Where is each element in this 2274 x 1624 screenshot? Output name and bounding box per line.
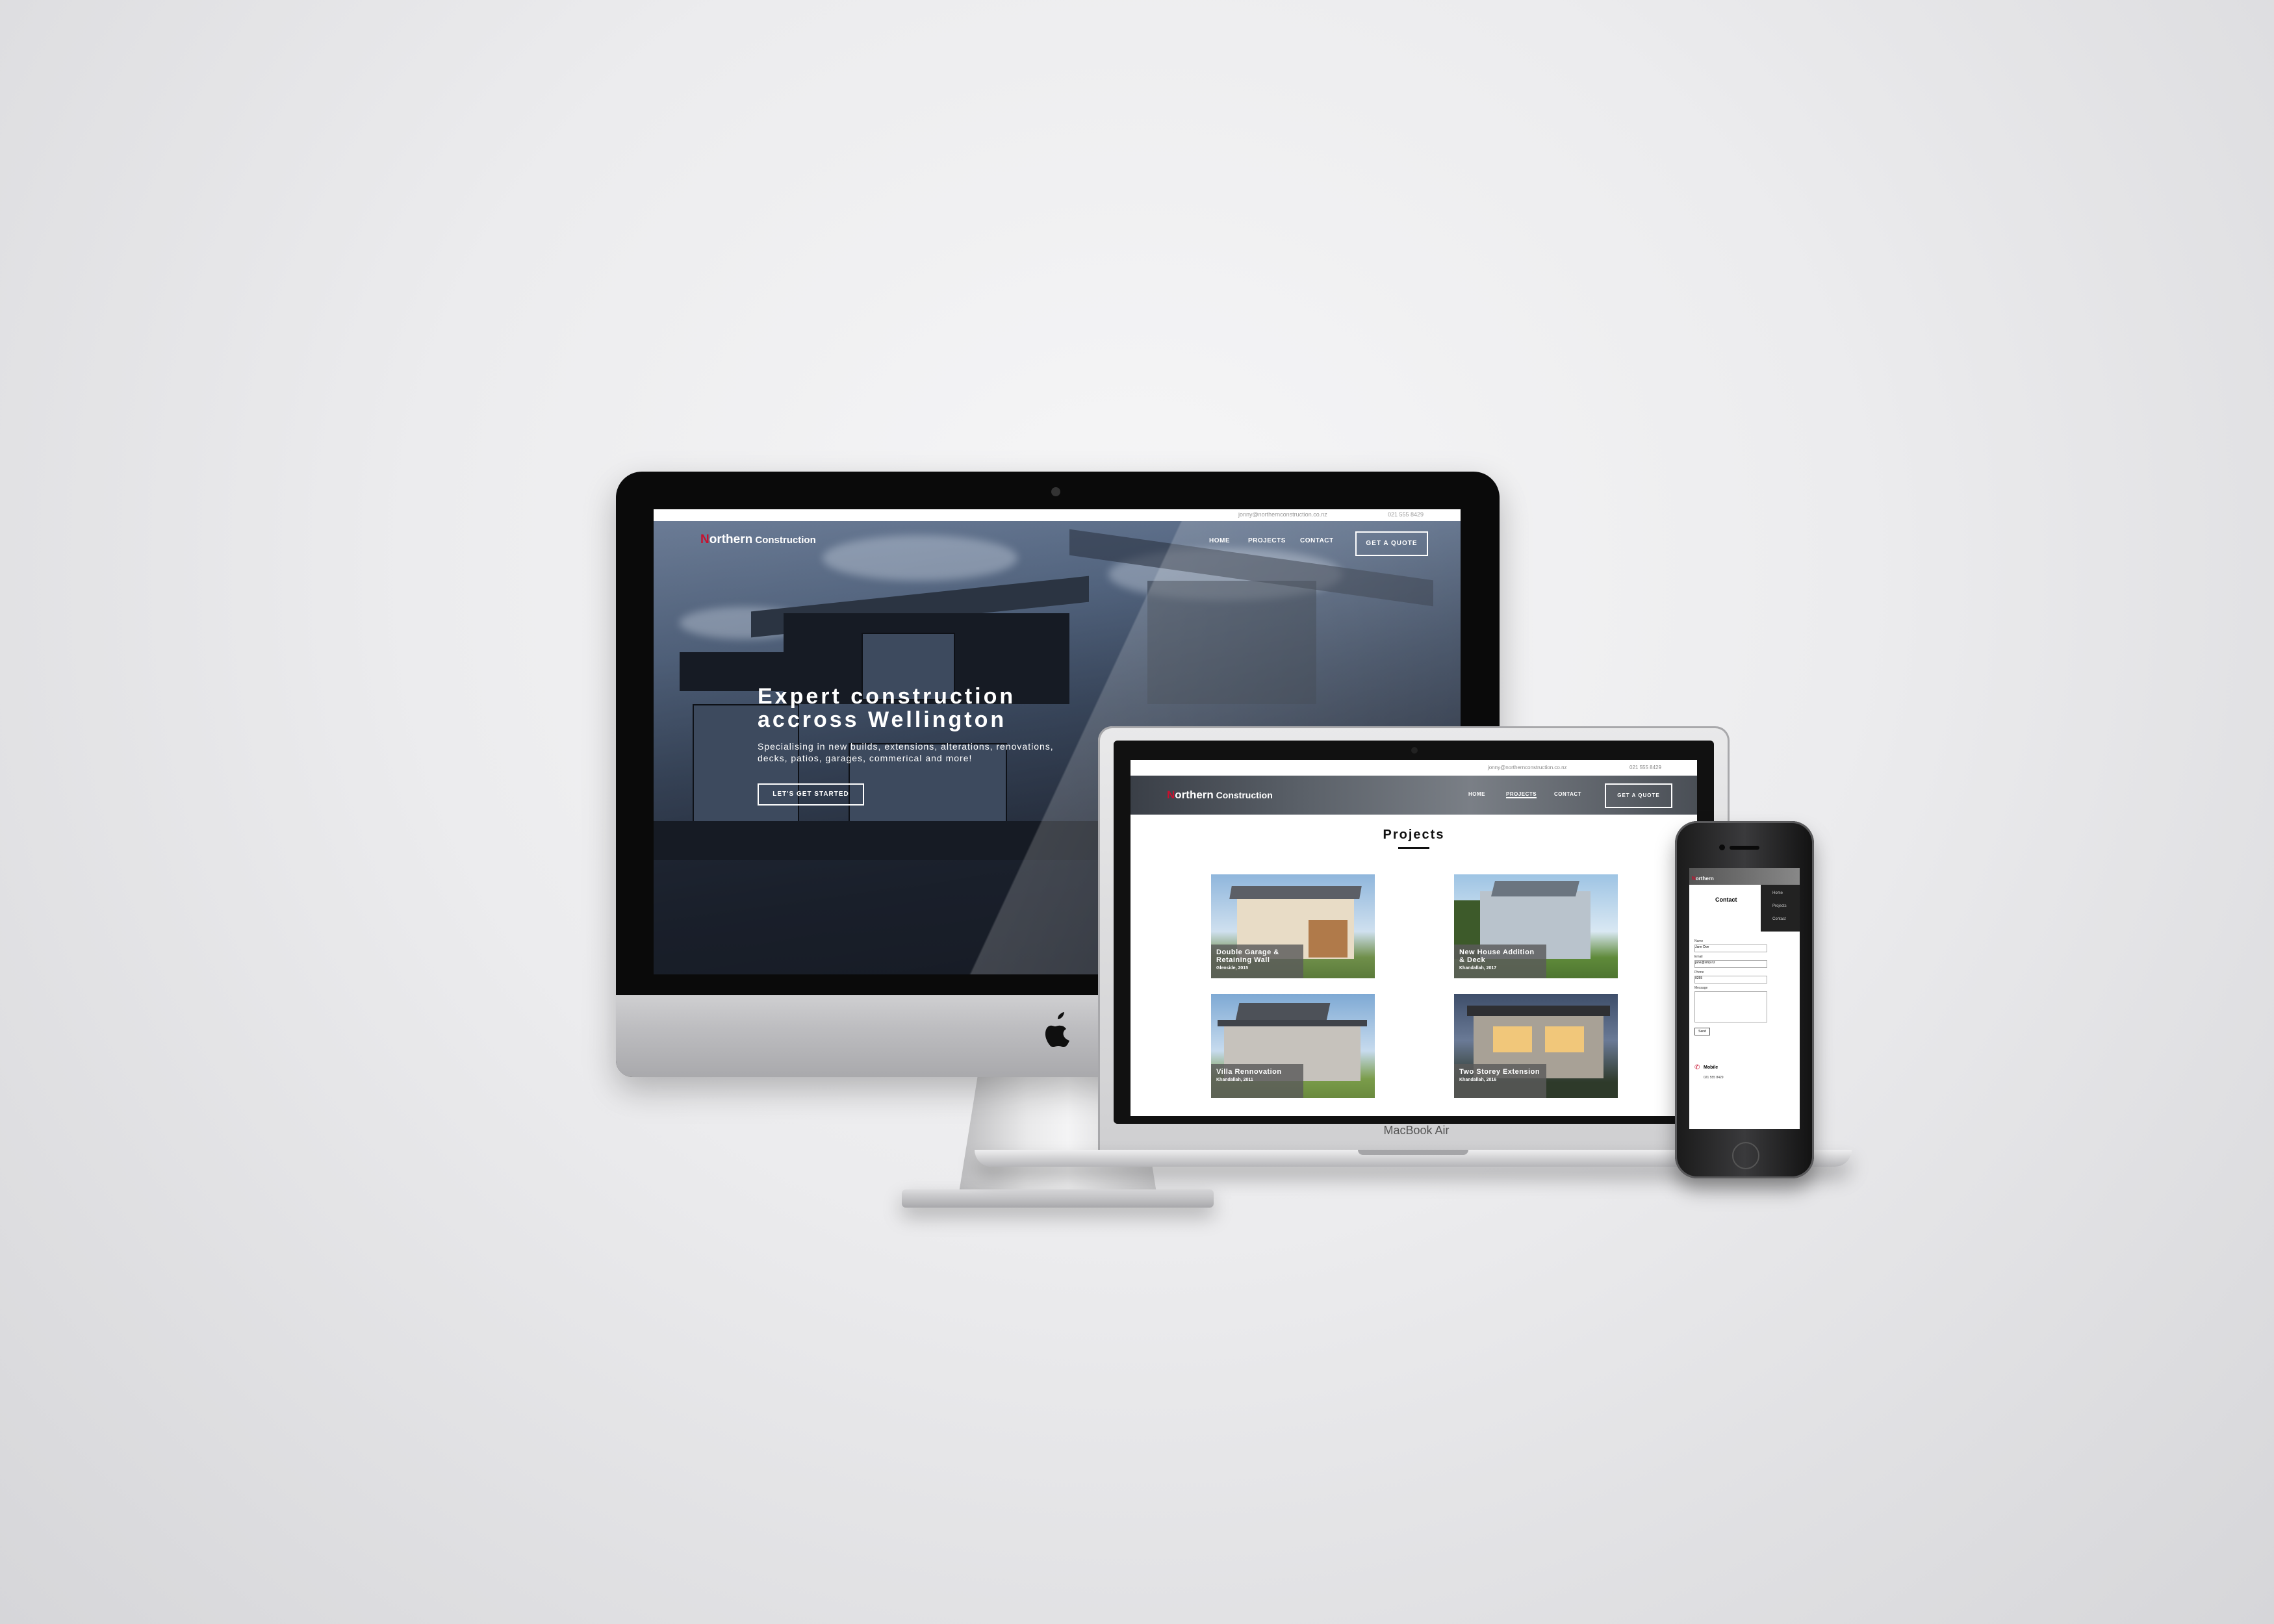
iphone-front-camera (1719, 844, 1725, 850)
laptop-topbar-email[interactable]: jonny@northernconstruction.co.nz (1488, 765, 1567, 770)
iphone-home-button[interactable] (1732, 1142, 1759, 1169)
project-label: Villa Rennovation Khandallah, 2011 (1211, 1064, 1303, 1098)
lets-get-started-button[interactable]: LET'S GET STARTED (758, 783, 864, 806)
iphone-speaker (1730, 846, 1759, 850)
phone-label-message: Message (1694, 986, 1708, 990)
phone-logo-word1: orthern (1695, 876, 1714, 882)
project-title: Two Storey Extension (1459, 1068, 1540, 1076)
hero-heading: Expert construction accross Wellington (758, 685, 1016, 731)
phone-name-input[interactable]: Jane Doe (1694, 945, 1767, 952)
phone-message-textarea[interactable] (1694, 991, 1767, 1022)
laptop-topbar-phone[interactable]: 021 555 8429 (1629, 765, 1661, 770)
nav-projects[interactable]: PROJECTS (1248, 537, 1286, 544)
phone-label-email: Email (1694, 955, 1703, 959)
desktop-topbar: jonny@northernconstruction.co.nz 021 555… (654, 509, 1461, 521)
project-card[interactable]: Double Garage & Retaining Wall Glenside,… (1211, 874, 1375, 978)
laptop-logo-initial: N (1167, 789, 1175, 801)
project-card[interactable]: Two Storey Extension Khandallah, 2016 (1454, 994, 1618, 1098)
laptop-logo[interactable]: Northern Construction (1167, 789, 1273, 802)
phone-mobile-heading: Mobile (1704, 1065, 1718, 1070)
imac-camera (1051, 487, 1060, 496)
project-label: Double Garage & Retaining Wall Glenside,… (1211, 945, 1303, 978)
project-subtitle: Khandallah, 2016 (1459, 1078, 1497, 1082)
laptop-header-banner: Northern Construction HOME PROJECTS CONT… (1131, 776, 1697, 815)
phone-menu-home[interactable]: Home (1772, 891, 1783, 895)
phone-label-phone: Phone (1694, 971, 1704, 974)
nav-contact[interactable]: CONTACT (1300, 537, 1334, 544)
phone-form-title: Contact (1715, 896, 1737, 903)
project-card[interactable]: Villa Rennovation Khandallah, 2011 (1211, 994, 1375, 1098)
iphone-device: Northern Home Projects Contact Contact N… (1675, 821, 1814, 1178)
topbar-phone[interactable]: 021 555 8429 (1388, 511, 1424, 518)
laptop-nav-home[interactable]: HOME (1468, 791, 1485, 797)
logo-initial: N (700, 533, 709, 546)
laptop-logo-word2: Construction (1213, 790, 1273, 800)
phone-mobile-number[interactable]: 021 555 8429 (1704, 1076, 1724, 1080)
macbook-camera (1411, 747, 1418, 754)
macbook-screen: jonny@northernconstruction.co.nz 021 555… (1131, 760, 1697, 1116)
get-quote-button[interactable]: GET A QUOTE (1355, 531, 1428, 556)
project-title: Villa Rennovation (1216, 1068, 1282, 1076)
phone-send-button[interactable]: Send (1694, 1028, 1710, 1035)
projects-title: Projects (1383, 828, 1445, 842)
nav-home[interactable]: HOME (1209, 537, 1230, 544)
topbar-email[interactable]: jonny@northernconstruction.co.nz (1238, 511, 1327, 518)
site-logo[interactable]: Northern Construction (700, 533, 816, 547)
laptop-logo-word1: orthern (1175, 789, 1214, 801)
laptop-nav-projects[interactable]: PROJECTS (1506, 791, 1537, 798)
projects-title-underline (1398, 847, 1429, 849)
project-subtitle: Khandallah, 2011 (1216, 1078, 1253, 1082)
project-label: New House Addition & Deck Khandallah, 20… (1454, 945, 1546, 978)
iphone-screen: Northern Home Projects Contact Contact N… (1689, 868, 1800, 1129)
phone-icon: ✆ (1694, 1064, 1700, 1071)
project-subtitle: Glenside, 2015 (1216, 966, 1249, 971)
laptop-get-quote-button[interactable]: GET A QUOTE (1605, 783, 1672, 808)
phone-label-name: Name (1694, 939, 1704, 943)
phone-menu: Home Projects Contact (1761, 885, 1800, 932)
laptop-nav-contact[interactable]: CONTACT (1554, 791, 1581, 797)
phone-menu-projects[interactable]: Projects (1772, 904, 1787, 908)
phone-phone-input[interactable]: 0255 (1694, 976, 1767, 983)
project-title: New House Addition & Deck (1459, 948, 1535, 964)
phone-email-input[interactable]: jane@xmp.nz (1694, 960, 1767, 968)
imac-stand-base (902, 1189, 1214, 1208)
project-title: Double Garage & Retaining Wall (1216, 948, 1279, 964)
macbook-brand-label: MacBook Air (1383, 1124, 1450, 1137)
logo-word1: orthern (709, 533, 753, 546)
project-label: Two Storey Extension Khandallah, 2016 (1454, 1064, 1546, 1098)
hero-heading-line1: Expert construction (758, 684, 1016, 709)
laptop-topbar: jonny@northernconstruction.co.nz 021 555… (1131, 760, 1697, 776)
phone-menu-contact[interactable]: Contact (1772, 917, 1786, 921)
macbook-notch (1358, 1150, 1468, 1155)
logo-word2: Construction (752, 535, 816, 546)
project-card[interactable]: New House Addition & Deck Khandallah, 20… (1454, 874, 1618, 978)
project-subtitle: Khandallah, 2017 (1459, 966, 1497, 971)
phone-logo[interactable]: Northern (1692, 876, 1714, 882)
